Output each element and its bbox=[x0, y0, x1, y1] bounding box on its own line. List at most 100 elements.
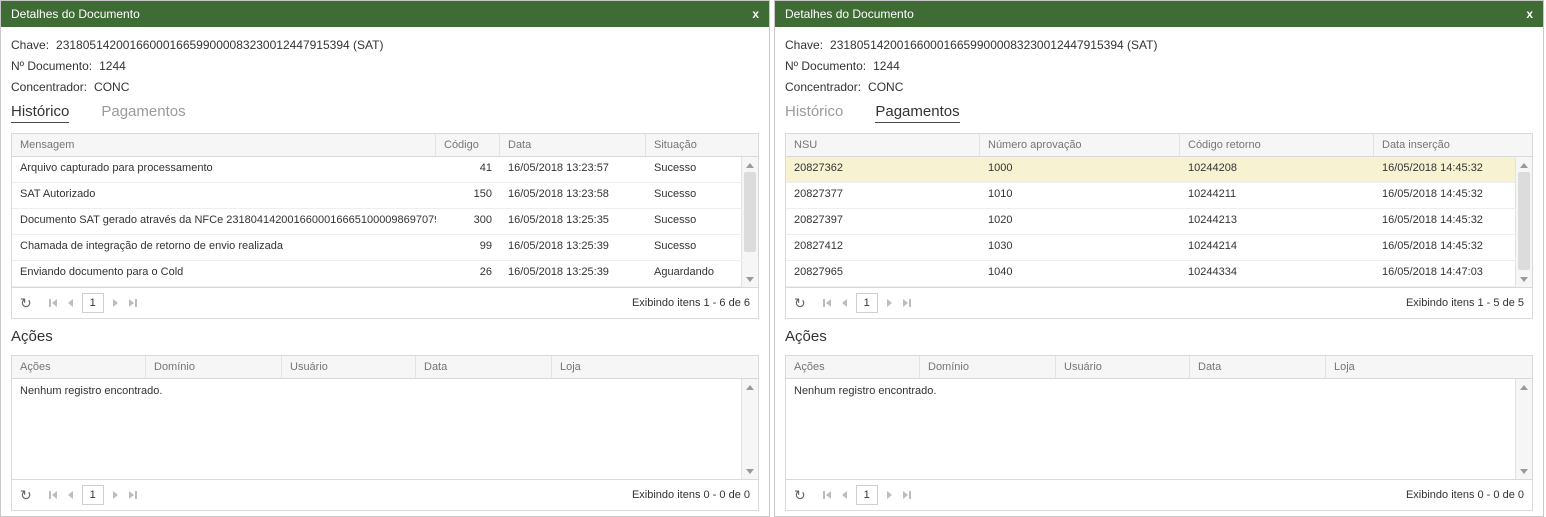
column-header-usuario[interactable]: Usuário bbox=[1056, 356, 1190, 378]
acoes-grid: Ações Domínio Usuário Data Loja Nenhum r… bbox=[785, 355, 1533, 511]
column-header-situacao[interactable]: Situação bbox=[646, 134, 758, 156]
cell-situacao: Sucesso bbox=[646, 157, 741, 182]
prev-page-icon[interactable] bbox=[66, 488, 75, 502]
column-header-loja[interactable]: Loja bbox=[1326, 356, 1532, 378]
cell-situacao: Aguardando bbox=[646, 261, 741, 286]
close-icon[interactable]: x bbox=[1526, 8, 1533, 20]
first-page-icon[interactable] bbox=[47, 296, 59, 310]
chave-label: Chave: bbox=[785, 38, 823, 52]
cell-codigo: 41 bbox=[436, 157, 500, 182]
scroll-down-icon[interactable] bbox=[742, 464, 758, 478]
scroll-down-icon[interactable] bbox=[742, 272, 758, 286]
table-row-selected[interactable]: 20827362 1000 10244208 16/05/2018 14:45:… bbox=[786, 157, 1515, 183]
next-page-icon[interactable] bbox=[885, 488, 894, 502]
page-number[interactable]: 1 bbox=[856, 485, 878, 505]
pagamentos-pager: ↻ 1 Exibindo itens 1 - 5 de 5 bbox=[786, 287, 1532, 318]
chave-value: 2318051420016600016659900008323001244791… bbox=[830, 38, 1157, 52]
last-page-icon[interactable] bbox=[901, 488, 913, 502]
cell-codigo-retorno: 10244214 bbox=[1180, 235, 1374, 260]
last-page-icon[interactable] bbox=[901, 296, 913, 310]
tab-strip: Histórico Pagamentos bbox=[785, 103, 1533, 123]
first-page-icon[interactable] bbox=[821, 296, 833, 310]
cell-data-insercao: 16/05/2018 14:45:32 bbox=[1374, 183, 1515, 208]
last-page-icon[interactable] bbox=[127, 488, 139, 502]
table-row[interactable]: Chamada de integração de retorno de envi… bbox=[12, 235, 741, 261]
column-header-codigo-retorno[interactable]: Código retorno bbox=[1180, 134, 1374, 156]
vertical-scrollbar[interactable] bbox=[741, 379, 758, 479]
vertical-scrollbar[interactable] bbox=[741, 157, 758, 287]
dialog-titlebar: Detalhes do Documento x bbox=[775, 1, 1543, 27]
scroll-up-icon[interactable] bbox=[1516, 380, 1532, 394]
prev-page-icon[interactable] bbox=[840, 296, 849, 310]
column-header-nsu[interactable]: NSU bbox=[786, 134, 980, 156]
refresh-icon[interactable]: ↻ bbox=[794, 489, 806, 501]
column-header-numero-aprovacao[interactable]: Número aprovação bbox=[980, 134, 1180, 156]
column-header-usuario[interactable]: Usuário bbox=[282, 356, 416, 378]
refresh-icon[interactable]: ↻ bbox=[794, 297, 806, 309]
column-header-acoes[interactable]: Ações bbox=[12, 356, 146, 378]
cell-codigo-retorno: 10244334 bbox=[1180, 261, 1374, 286]
cell-situacao: Sucesso bbox=[646, 209, 741, 234]
table-row[interactable]: 20827397 1020 10244213 16/05/2018 14:45:… bbox=[786, 209, 1515, 235]
scroll-down-icon[interactable] bbox=[1516, 464, 1532, 478]
last-page-icon[interactable] bbox=[127, 296, 139, 310]
tab-pagamentos[interactable]: Pagamentos bbox=[875, 103, 959, 123]
vertical-scrollbar[interactable] bbox=[1515, 157, 1532, 287]
next-page-icon[interactable] bbox=[885, 296, 894, 310]
tab-pagamentos[interactable]: Pagamentos bbox=[101, 103, 185, 123]
table-row[interactable]: 20827377 1010 10244211 16/05/2018 14:45:… bbox=[786, 183, 1515, 209]
scroll-up-icon[interactable] bbox=[742, 158, 758, 172]
column-header-data-insercao[interactable]: Data inserção bbox=[1374, 134, 1532, 156]
table-row[interactable]: Arquivo capturado para processamento 41 … bbox=[12, 157, 741, 183]
page-number[interactable]: 1 bbox=[856, 293, 878, 313]
numero-documento-label: Nº Documento: bbox=[785, 59, 866, 73]
next-page-icon[interactable] bbox=[111, 488, 120, 502]
tab-historico[interactable]: Histórico bbox=[785, 103, 843, 123]
refresh-icon[interactable]: ↻ bbox=[20, 489, 32, 501]
dialog-body: Chave:2318051420016600016659900008323001… bbox=[1, 27, 769, 516]
column-header-codigo[interactable]: Código bbox=[436, 134, 500, 156]
table-row[interactable]: SAT Autorizado 150 16/05/2018 13:23:58 S… bbox=[12, 183, 741, 209]
grid-header-row: Ações Domínio Usuário Data Loja bbox=[12, 356, 758, 379]
table-row[interactable]: 20827412 1030 10244214 16/05/2018 14:45:… bbox=[786, 235, 1515, 261]
cell-numero-aprovacao: 1020 bbox=[980, 209, 1180, 234]
cell-mensagem: SAT Autorizado bbox=[12, 183, 436, 208]
cell-data-insercao: 16/05/2018 14:47:03 bbox=[1374, 261, 1515, 286]
table-row[interactable]: 20827965 1040 10244334 16/05/2018 14:47:… bbox=[786, 261, 1515, 287]
column-header-acoes[interactable]: Ações bbox=[786, 356, 920, 378]
empty-message: Nenhum registro encontrado. bbox=[12, 379, 741, 403]
page-number[interactable]: 1 bbox=[82, 485, 104, 505]
tab-historico[interactable]: Histórico bbox=[11, 103, 69, 123]
scrollbar-thumb[interactable] bbox=[1518, 172, 1530, 270]
table-row[interactable]: Documento SAT gerado através da NFCe 231… bbox=[12, 209, 741, 235]
column-header-data[interactable]: Data bbox=[500, 134, 646, 156]
column-header-mensagem[interactable]: Mensagem bbox=[12, 134, 436, 156]
next-page-icon[interactable] bbox=[111, 296, 120, 310]
column-header-dominio[interactable]: Domínio bbox=[146, 356, 282, 378]
cell-nsu: 20827362 bbox=[786, 157, 980, 182]
scrollbar-thumb[interactable] bbox=[744, 172, 756, 252]
field-chave: Chave:2318051420016600016659900008323001… bbox=[11, 35, 759, 56]
vertical-scrollbar[interactable] bbox=[1515, 379, 1532, 479]
column-header-data[interactable]: Data bbox=[416, 356, 552, 378]
cell-codigo-retorno: 10244211 bbox=[1180, 183, 1374, 208]
column-header-loja[interactable]: Loja bbox=[552, 356, 758, 378]
cell-nsu: 20827412 bbox=[786, 235, 980, 260]
close-icon[interactable]: x bbox=[752, 8, 759, 20]
scroll-up-icon[interactable] bbox=[1516, 158, 1532, 172]
dialog-title: Detalhes do Documento bbox=[11, 7, 140, 21]
cell-mensagem: Documento SAT gerado através da NFCe 231… bbox=[12, 209, 436, 234]
cell-situacao: Sucesso bbox=[646, 183, 741, 208]
prev-page-icon[interactable] bbox=[66, 296, 75, 310]
prev-page-icon[interactable] bbox=[840, 488, 849, 502]
scroll-up-icon[interactable] bbox=[742, 380, 758, 394]
grid-body: Nenhum registro encontrado. bbox=[786, 379, 1532, 479]
refresh-icon[interactable]: ↻ bbox=[20, 297, 32, 309]
column-header-data[interactable]: Data bbox=[1190, 356, 1326, 378]
first-page-icon[interactable] bbox=[47, 488, 59, 502]
scroll-down-icon[interactable] bbox=[1516, 272, 1532, 286]
page-number[interactable]: 1 bbox=[82, 293, 104, 313]
column-header-dominio[interactable]: Domínio bbox=[920, 356, 1056, 378]
first-page-icon[interactable] bbox=[821, 488, 833, 502]
table-row[interactable]: Enviando documento para o Cold 26 16/05/… bbox=[12, 261, 741, 287]
